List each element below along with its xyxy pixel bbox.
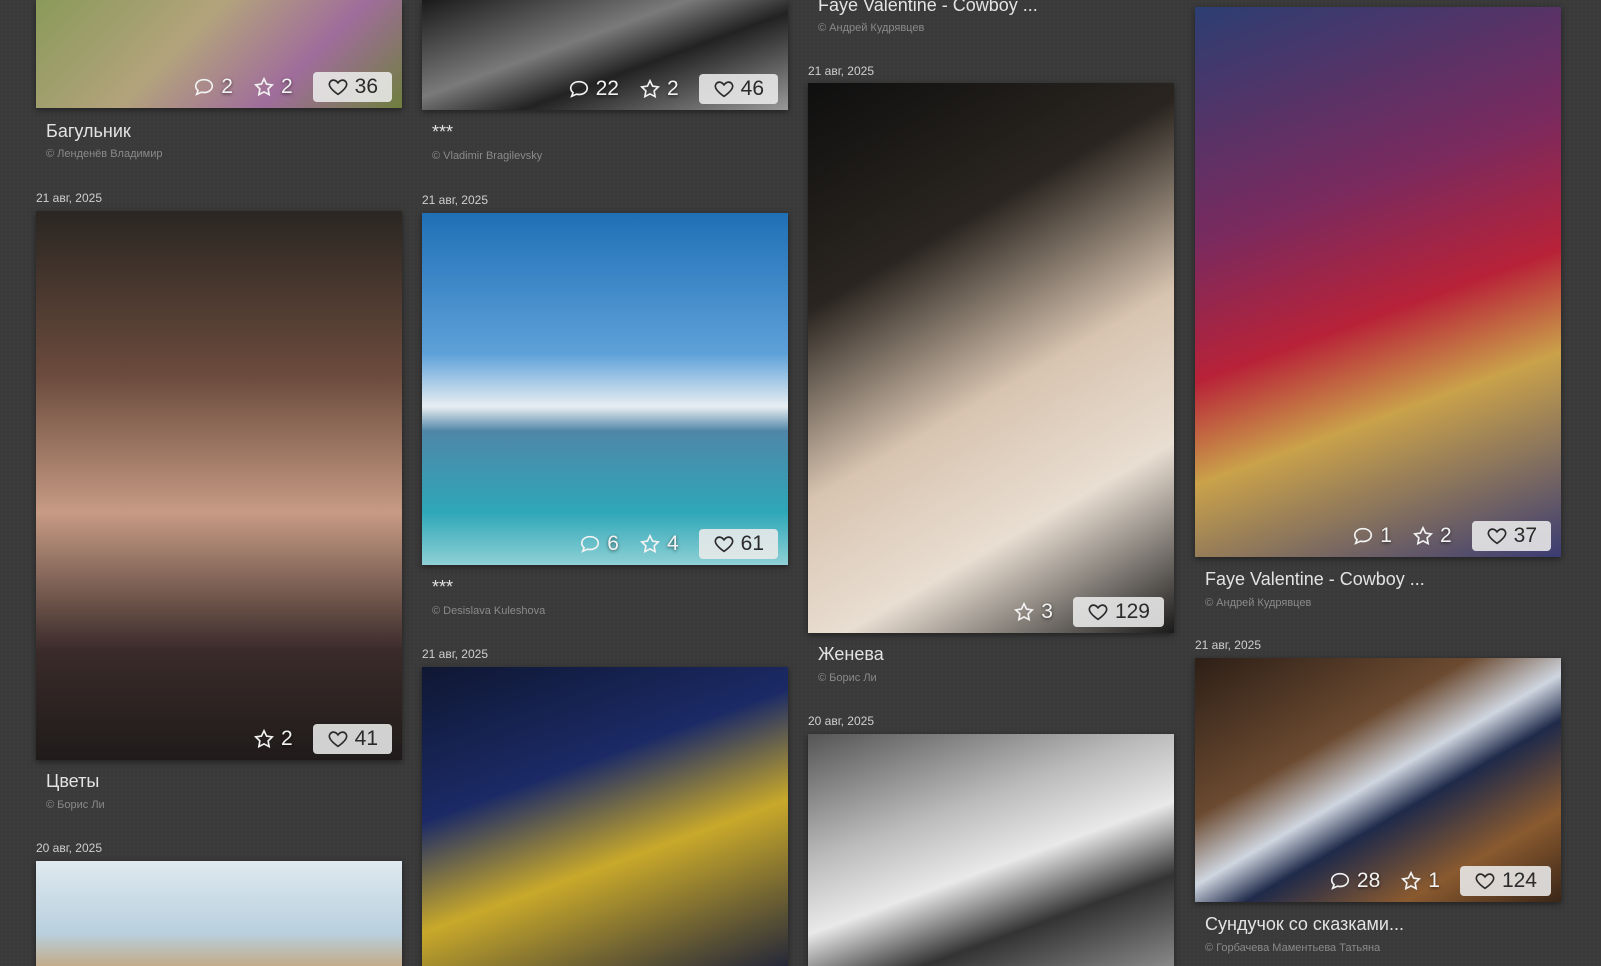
comments-count[interactable]: 1 xyxy=(1352,524,1392,548)
stars-count[interactable]: 3 xyxy=(1013,600,1053,624)
photo-stats: 22 2 46 xyxy=(568,74,778,104)
stars-count[interactable]: 2 xyxy=(639,77,679,101)
comment-icon xyxy=(581,535,600,553)
star-icon xyxy=(253,728,274,749)
photo-author[interactable]: © Desislava Kuleshova xyxy=(432,605,545,617)
comment-icon xyxy=(1354,527,1373,545)
comment-icon xyxy=(195,78,214,96)
stars-count[interactable]: 2 xyxy=(253,75,293,99)
photo-date: 21 авг, 2025 xyxy=(422,193,489,207)
heart-icon xyxy=(1487,528,1507,545)
photo-thumbnail[interactable]: 1 2 37 xyxy=(1195,7,1561,557)
photo-stats: 28 1 124 xyxy=(1329,866,1551,896)
star-icon xyxy=(1412,525,1433,546)
photo-author[interactable]: © Горбачева Маментьева Татьяна xyxy=(1205,942,1380,954)
photo-stats: 3 129 xyxy=(1013,597,1164,627)
star-icon xyxy=(1014,601,1035,622)
photo-thumbnail[interactable]: 2 41 xyxy=(36,211,402,760)
photo-date: 21 авг, 2025 xyxy=(36,191,103,205)
like-button[interactable]: 124 xyxy=(1459,866,1551,896)
heart-icon xyxy=(328,79,348,96)
heart-icon xyxy=(714,536,734,553)
stars-count[interactable]: 2 xyxy=(1412,524,1452,548)
comments-count[interactable]: 2 xyxy=(193,75,233,99)
photo-stats: 1 2 37 xyxy=(1352,521,1551,551)
photo-thumbnail[interactable] xyxy=(36,861,402,966)
star-icon xyxy=(1401,870,1422,891)
photo-author[interactable]: © Vladimir Bragilevsky xyxy=(432,150,542,162)
photo-date: 21 авг, 2025 xyxy=(1195,638,1262,652)
photo-stats: 2 41 xyxy=(253,724,392,754)
photo-title[interactable]: *** xyxy=(432,577,453,598)
photo-thumbnail[interactable]: 2 2 36 xyxy=(36,0,402,108)
photo-thumbnail[interactable]: 3 129 xyxy=(808,83,1174,633)
photo-author[interactable]: © Андрей Кудрявцев xyxy=(1205,597,1311,609)
heart-icon xyxy=(1088,604,1108,621)
photo-title[interactable]: *** xyxy=(432,122,453,143)
like-button[interactable]: 46 xyxy=(698,74,778,104)
comments-count[interactable]: 28 xyxy=(1329,869,1380,893)
photo-stats: 2 2 36 xyxy=(193,72,392,102)
photo-title[interactable]: Багульник xyxy=(46,121,131,142)
like-button[interactable]: 129 xyxy=(1072,597,1164,627)
comment-icon xyxy=(1330,872,1349,890)
photo-thumbnail[interactable] xyxy=(808,734,1174,966)
photo-thumbnail[interactable]: 22 2 46 xyxy=(422,0,788,110)
stars-count[interactable]: 1 xyxy=(1400,869,1440,893)
photo-date: 20 авг, 2025 xyxy=(36,841,103,855)
photo-title[interactable]: Цветы xyxy=(46,771,99,792)
comments-count[interactable]: 22 xyxy=(568,77,619,101)
stars-count[interactable]: 4 xyxy=(639,532,679,556)
photo-title[interactable]: Faye Valentine - Cowboy ... xyxy=(818,0,1038,16)
comment-icon xyxy=(569,80,588,98)
photo-thumbnail[interactable]: 28 1 124 xyxy=(1195,658,1561,902)
stars-count[interactable]: 2 xyxy=(253,727,293,751)
like-button[interactable]: 36 xyxy=(312,72,392,102)
photo-thumbnail[interactable] xyxy=(422,667,788,966)
star-icon xyxy=(253,76,274,97)
like-button[interactable]: 37 xyxy=(1471,521,1551,551)
photo-title[interactable]: Сундучок со сказками... xyxy=(1205,914,1404,935)
star-icon xyxy=(639,533,660,554)
photo-date: 20 авг, 2025 xyxy=(808,714,875,728)
star-icon xyxy=(639,78,660,99)
photo-thumbnail[interactable]: 6 4 61 xyxy=(422,213,788,565)
photo-author[interactable]: © Ленденёв Владимир xyxy=(46,148,162,160)
heart-icon xyxy=(714,81,734,98)
photo-stats: 6 4 61 xyxy=(579,529,778,559)
photo-author[interactable]: © Борис Ли xyxy=(46,799,105,811)
photo-date: 21 авг, 2025 xyxy=(422,647,489,661)
heart-icon xyxy=(1475,873,1495,890)
photo-title[interactable]: Faye Valentine - Cowboy ... xyxy=(1205,569,1425,590)
heart-icon xyxy=(328,731,348,748)
photo-author[interactable]: © Андрей Кудрявцев xyxy=(818,22,924,34)
photo-title[interactable]: Женева xyxy=(818,644,884,665)
photo-author[interactable]: © Борис Ли xyxy=(818,672,877,684)
comments-count[interactable]: 6 xyxy=(579,532,619,556)
like-button[interactable]: 61 xyxy=(698,529,778,559)
photo-date: 21 авг, 2025 xyxy=(808,64,875,78)
like-button[interactable]: 41 xyxy=(312,724,392,754)
gallery-page: 2 2 36 Багульник © Ленденёв Владимир 21 … xyxy=(0,0,1601,966)
